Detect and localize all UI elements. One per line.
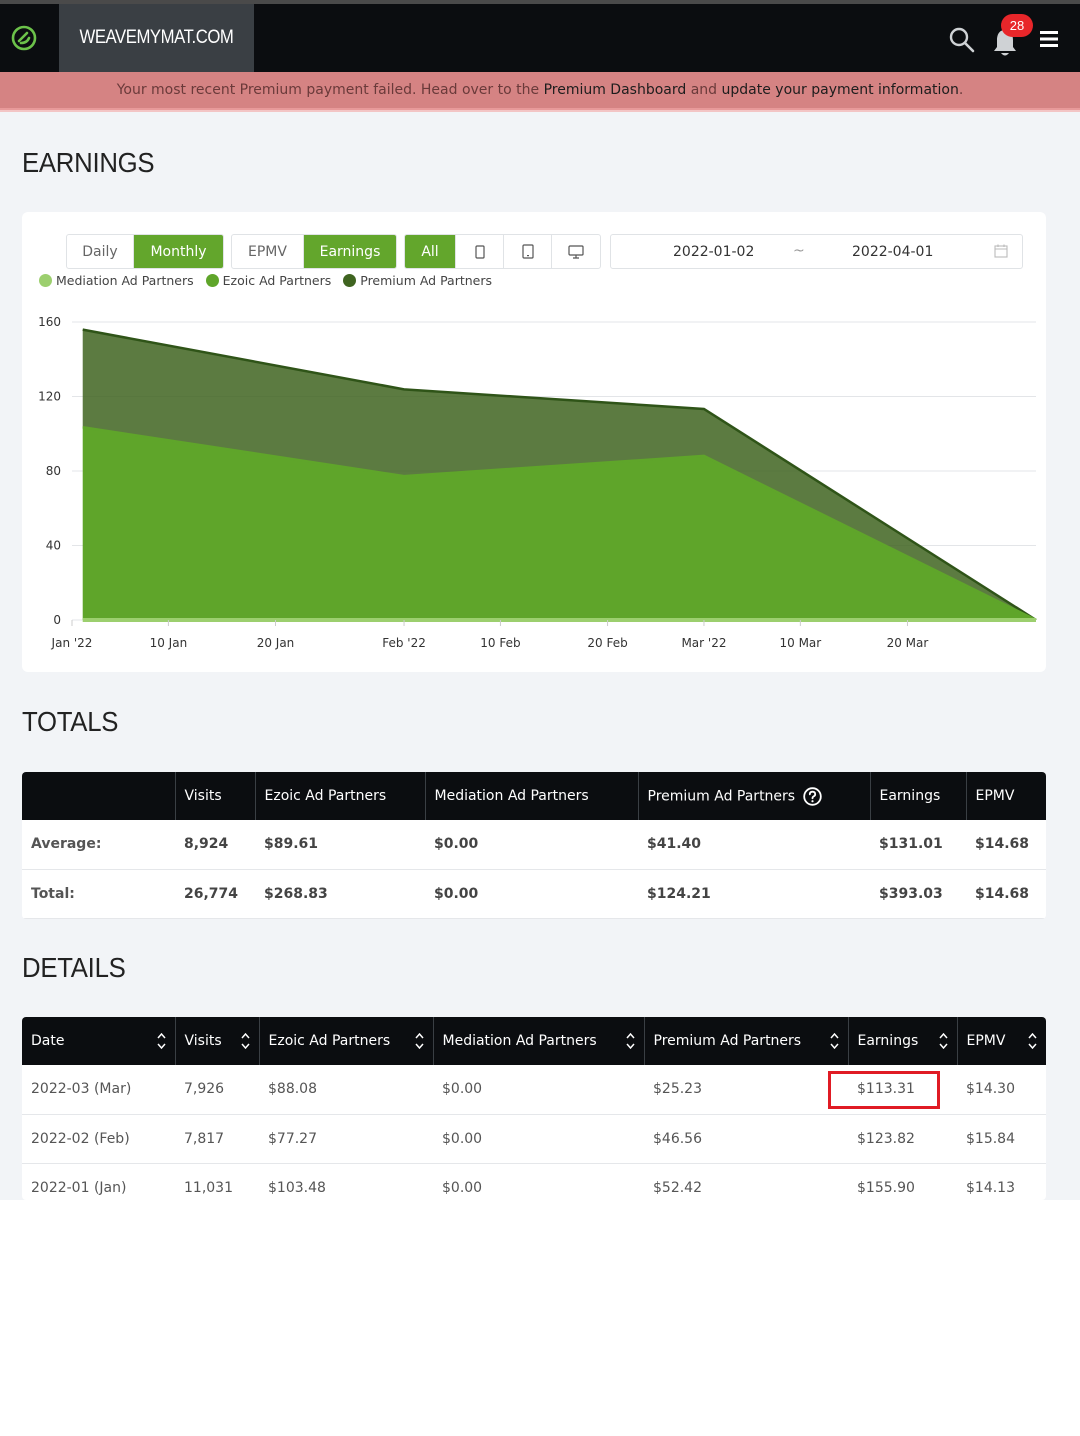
search-icon[interactable] — [948, 26, 976, 54]
earnings-cell-highlight-box — [828, 1071, 940, 1109]
x-tick-label: 10 Feb — [480, 636, 520, 650]
notification-count-badge[interactable]: 28 — [1001, 14, 1033, 37]
details-header-earnings[interactable]: Earnings — [848, 1017, 958, 1065]
sort-arrows-icon[interactable] — [625, 1032, 635, 1050]
totals-cell: 26,774 — [175, 869, 255, 919]
x-tick-label: Jan '22 — [51, 636, 93, 650]
help-circle-icon[interactable] — [802, 786, 822, 806]
x-tick-label: Feb '22 — [382, 636, 426, 650]
totals-header-epmv: EPMV — [966, 772, 1046, 820]
details-cell: $123.82 — [848, 1114, 957, 1164]
y-tick-label: 0 — [53, 613, 61, 627]
totals-header-label — [22, 772, 176, 820]
alert-divider — [0, 110, 1080, 112]
details-cell: $15.84 — [957, 1114, 1046, 1164]
details-cell: 7,817 — [175, 1114, 259, 1164]
details-cell: $88.08 — [259, 1065, 433, 1115]
details-header-visits[interactable]: Visits — [175, 1017, 260, 1065]
details-cell: 2022-02 (Feb) — [22, 1114, 175, 1164]
x-tick-label: 10 Jan — [150, 636, 188, 650]
totals-cell: $124.21 — [638, 869, 870, 919]
totals-cell: $131.01 — [870, 820, 966, 870]
totals-cell: $0.00 — [425, 820, 638, 870]
totals-header-mediation: Mediation Ad Partners — [425, 772, 639, 820]
totals-cell: 8,924 — [175, 820, 255, 870]
premium-dashboard-link[interactable]: Premium Dashboard — [544, 82, 687, 98]
details-cell: 7,926 — [175, 1065, 259, 1115]
ezoic-logo-icon[interactable] — [0, 4, 48, 72]
details-cell: $14.30 — [957, 1065, 1046, 1115]
details-header-premium[interactable]: Premium Ad Partners — [644, 1017, 849, 1065]
earnings-title: EARNINGS — [22, 147, 155, 178]
earnings-area-chart: 0 40 80 120 160 Jan '22 10 Jan 20 Jan Feb '22 10 … — [38, 315, 1037, 650]
details-cell: $0.00 — [433, 1163, 644, 1200]
details-cell: $0.00 — [433, 1114, 644, 1164]
totals-cell: Average: — [22, 820, 175, 870]
totals-header-earnings: Earnings — [870, 772, 967, 820]
top-navbar: WEAVEMYMAT.COM — [0, 4, 1080, 72]
totals-header-row: Visits Ezoic Ad Partners Mediation Ad Pa… — [22, 772, 1046, 820]
totals-title: TOTALS — [22, 706, 119, 737]
details-cell: $52.42 — [644, 1163, 848, 1200]
totals-header-premium-label: Premium Ad Partners — [647, 788, 796, 804]
details-cell: $77.27 — [259, 1114, 433, 1164]
details-header-mediation[interactable]: Mediation Ad Partners — [433, 1017, 645, 1065]
totals-cell: $268.83 — [255, 869, 425, 919]
alert-text-suffix: . — [958, 82, 964, 98]
details-cell: $0.00 — [433, 1065, 644, 1115]
totals-cell: $14.68 — [966, 820, 1046, 870]
details-cell: $46.56 — [644, 1114, 848, 1164]
sort-arrows-icon[interactable] — [240, 1032, 250, 1050]
details-header-date[interactable]: Date — [22, 1017, 176, 1065]
x-tick-label: 20 Mar — [887, 636, 929, 650]
sort-arrows-icon[interactable] — [829, 1032, 839, 1050]
sort-arrows-icon[interactable] — [1028, 1032, 1037, 1050]
details-cell: 11,031 — [175, 1163, 259, 1200]
y-tick-label: 80 — [46, 464, 61, 478]
y-tick-label: 120 — [38, 390, 61, 404]
table-row: 2022-01 (Jan) 11,031 $103.48 $0.00 $52.4… — [22, 1163, 1046, 1200]
totals-cell: $14.68 — [966, 869, 1046, 919]
details-cell: 2022-03 (Mar) — [22, 1065, 175, 1115]
details-header-ezoic[interactable]: Ezoic Ad Partners — [259, 1017, 434, 1065]
earnings-chart-card: Daily Monthly EPMV Earnings All 2022-01-… — [22, 212, 1046, 672]
payment-failed-alert: Your most recent Premium payment failed.… — [0, 72, 1080, 110]
totals-cell: $0.00 — [425, 869, 638, 919]
details-header-row: Date Visits Ezoic Ad Partners Mediation … — [22, 1017, 1046, 1065]
alert-text-prefix: Your most recent Premium payment failed.… — [116, 82, 544, 98]
details-cell: $155.90 — [848, 1163, 957, 1200]
totals-cell: Total: — [22, 869, 175, 919]
x-tick-label: 20 Feb — [587, 636, 627, 650]
hamburger-menu-icon[interactable] — [1040, 30, 1058, 48]
update-payment-link[interactable]: update your payment information — [722, 82, 959, 98]
totals-header-premium: Premium Ad Partners — [638, 772, 871, 820]
sort-arrows-icon[interactable] — [156, 1032, 166, 1050]
site-selector-tab[interactable]: WEAVEMYMAT.COM — [59, 4, 254, 72]
sort-arrows-icon[interactable] — [938, 1032, 948, 1050]
x-tick-label: 10 Mar — [779, 636, 821, 650]
table-row: 2022-02 (Feb) 7,817 $77.27 $0.00 $46.56 … — [22, 1114, 1046, 1164]
details-title: DETAILS — [22, 952, 126, 983]
y-tick-label: 40 — [46, 539, 61, 553]
totals-table: Visits Ezoic Ad Partners Mediation Ad Pa… — [22, 772, 1046, 919]
x-tick-label: 20 Jan — [257, 636, 295, 650]
site-name: WEAVEMYMAT.COM — [79, 27, 234, 48]
details-cell: $25.23 — [644, 1065, 848, 1115]
totals-header-ezoic: Ezoic Ad Partners — [255, 772, 426, 820]
table-row: Total: 26,774 $268.83 $0.00 $124.21 $393… — [22, 869, 1046, 919]
details-header-epmv[interactable]: EPMV — [957, 1017, 1046, 1065]
alert-text-middle: and — [686, 82, 722, 98]
details-cell: $103.48 — [259, 1163, 433, 1200]
sort-arrows-icon[interactable] — [414, 1032, 424, 1050]
totals-cell: $393.03 — [870, 869, 966, 919]
x-tick-label: Mar '22 — [681, 636, 726, 650]
y-tick-label: 160 — [38, 315, 61, 329]
totals-cell: $89.61 — [255, 820, 425, 870]
details-cell: $14.13 — [957, 1163, 1046, 1200]
details-cell: 2022-01 (Jan) — [22, 1163, 175, 1200]
totals-cell: $41.40 — [638, 820, 870, 870]
totals-header-visits: Visits — [175, 772, 256, 820]
table-row: Average: 8,924 $89.61 $0.00 $41.40 $131.… — [22, 820, 1046, 870]
